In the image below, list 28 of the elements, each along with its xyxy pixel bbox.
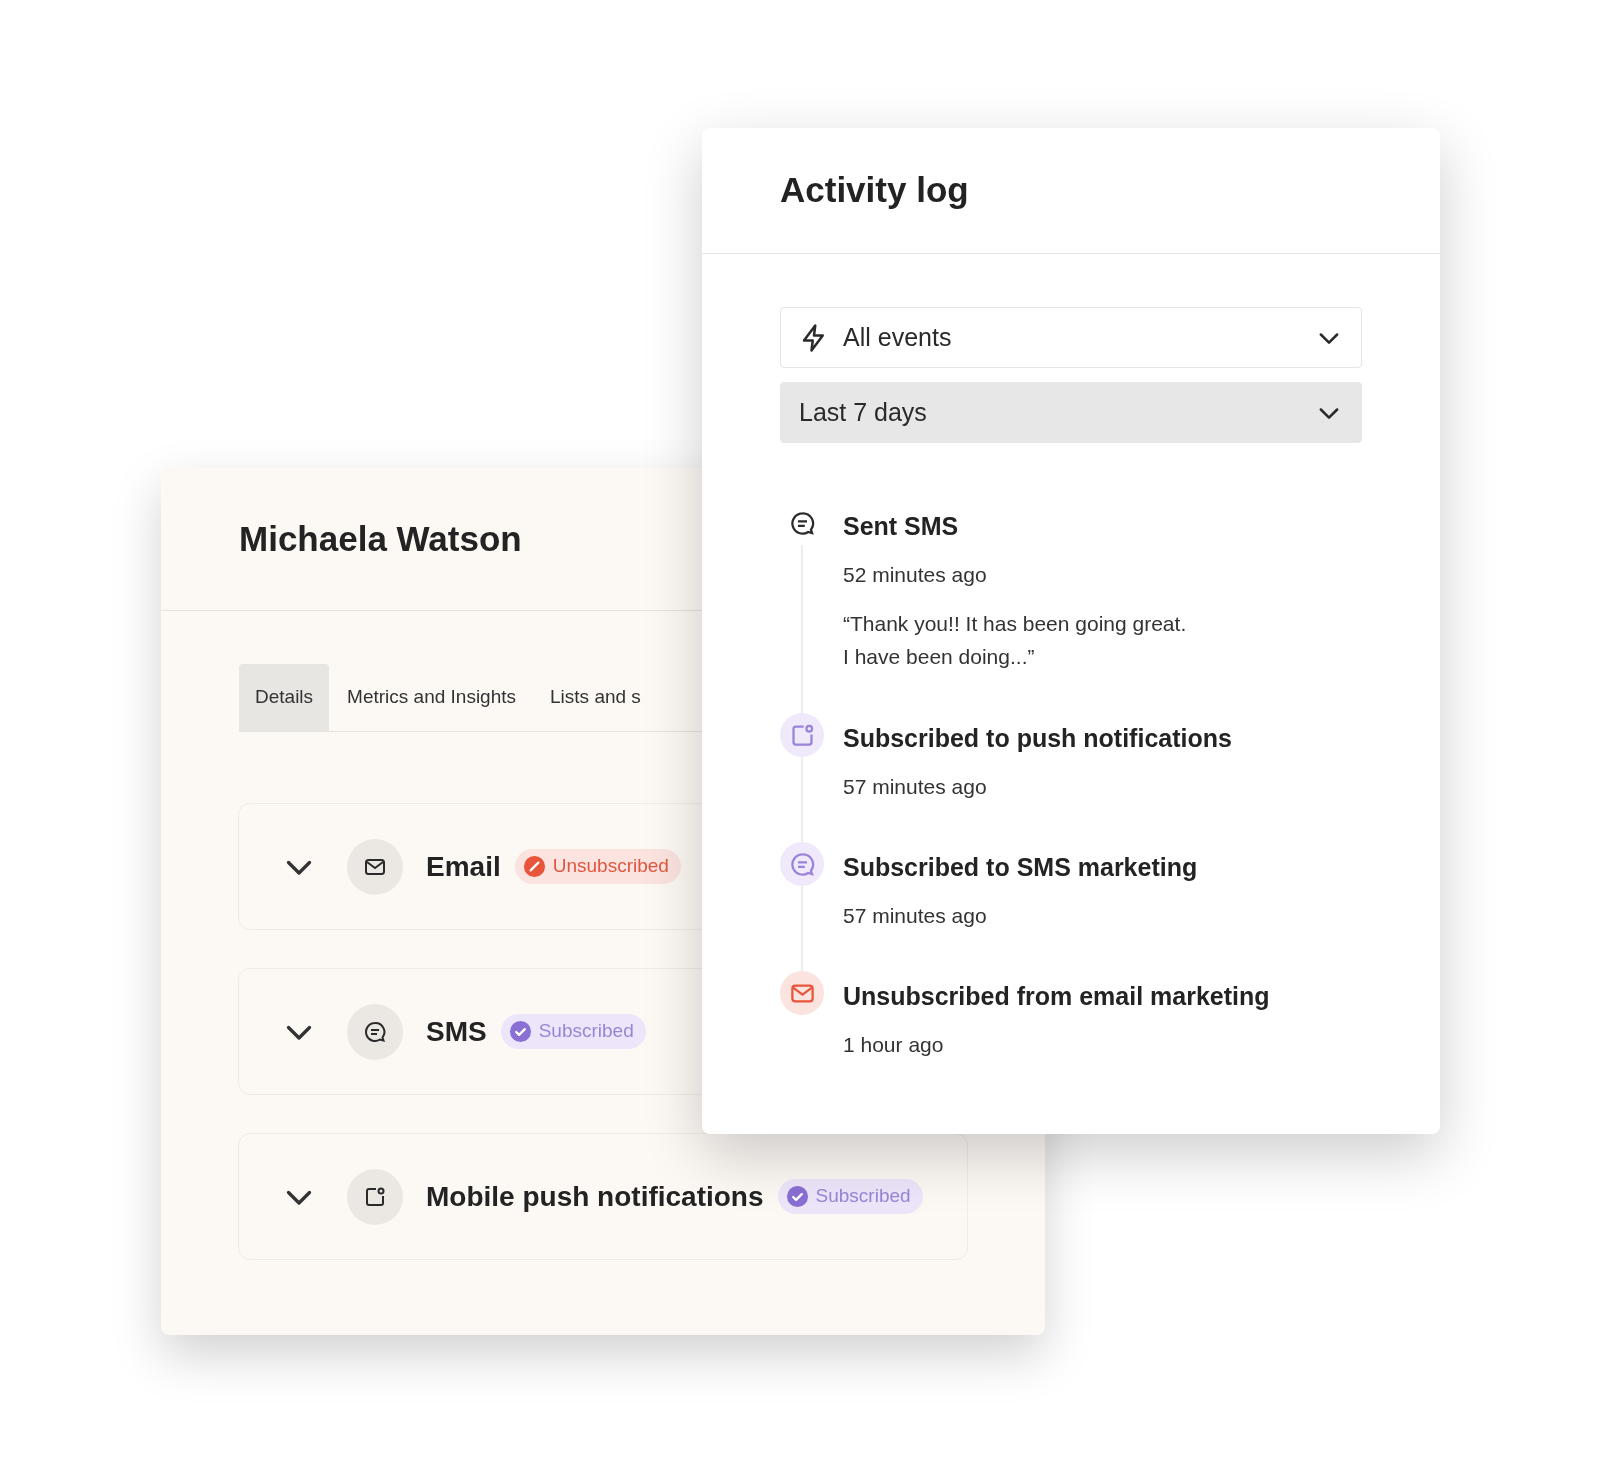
event-time: 57 minutes ago: [843, 902, 988, 929]
tab[interactable]: Metrics and Insights: [331, 664, 533, 731]
status-badge: Unsubscribed: [514, 849, 681, 884]
tab[interactable]: Details: [239, 664, 330, 731]
channel-name: Email: [426, 849, 501, 884]
status-icon: [785, 1185, 809, 1208]
panel-title: Activity log: [780, 169, 969, 212]
tab[interactable]: Lists and s: [534, 664, 657, 731]
message-preview: “Thank you!! It has been going great. I have been doing...”: [843, 611, 1187, 670]
status-badge: Subscribed: [777, 1179, 923, 1214]
chat-bubble-icon: [788, 850, 816, 878]
event-time: 57 minutes ago: [843, 773, 988, 800]
status-icon: [508, 1020, 532, 1043]
channel-name: Mobile push notifications: [426, 1179, 764, 1214]
dropdown[interactable]: All events: [780, 307, 1362, 368]
event-title: Sent SMS: [843, 511, 960, 542]
chat-bubble-icon: [788, 509, 816, 537]
dropdown[interactable]: Last 7 days: [780, 382, 1362, 443]
chat-bubble-icon: [363, 1019, 387, 1044]
profile-name: Michaela Watson: [239, 517, 522, 560]
channel-name: SMS: [426, 1014, 487, 1049]
event-title: Subscribed to SMS marketing: [843, 852, 1198, 883]
status-badge: Subscribed: [500, 1014, 646, 1049]
event-title: Subscribed to push notifications: [843, 723, 1232, 754]
event-title: Unsubscribed from email marketing: [843, 981, 1270, 1012]
event-time: 1 hour ago: [843, 1031, 945, 1058]
event-time: 52 minutes ago: [843, 561, 988, 588]
status-icon: [522, 855, 546, 878]
